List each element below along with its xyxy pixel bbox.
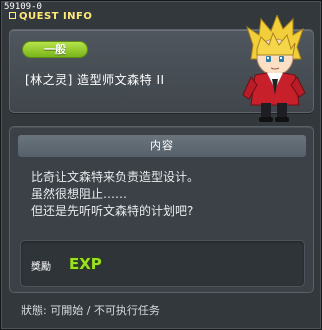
category-badge: 一般 bbox=[22, 41, 88, 58]
exp-icon: EXP bbox=[68, 254, 102, 273]
title-square-icon bbox=[9, 12, 16, 19]
quest-description: 比奇让文森特来负责造型设计。 虽然很想阻止…… 但还是先听听文森特的计划吧? bbox=[31, 169, 199, 220]
quest-name: [林之灵] 造型师文森特 II bbox=[25, 73, 165, 87]
reward-label: 獎勵 bbox=[31, 262, 51, 273]
content-section-title: 内容 bbox=[18, 135, 306, 157]
window-title: QUEST INFO bbox=[9, 11, 92, 22]
description-line: 比奇让文森特来负责造型设计。 bbox=[31, 170, 200, 184]
quest-info-window: 59109-0 QUEST INFO 一般 [林之灵] 造型师文森特 II 内容… bbox=[0, 0, 322, 330]
npc-portrait bbox=[242, 15, 306, 122]
description-line: 虽然很想阻止…… bbox=[31, 187, 128, 201]
exp-icon-text: EXP bbox=[69, 255, 102, 273]
quest-content-panel: 内容 比奇让文森特来负责造型设计。 虽然很想阻止…… 但还是先听听文森特的计划吧… bbox=[9, 126, 314, 293]
window-title-text: QUEST INFO bbox=[19, 11, 93, 22]
reward-box: 獎勵 EXP bbox=[20, 240, 305, 287]
description-line: 但还是先听听文森特的计划吧? bbox=[31, 204, 194, 218]
quest-status: 狀態: 可開始 / 不可执行任务 bbox=[21, 304, 160, 317]
